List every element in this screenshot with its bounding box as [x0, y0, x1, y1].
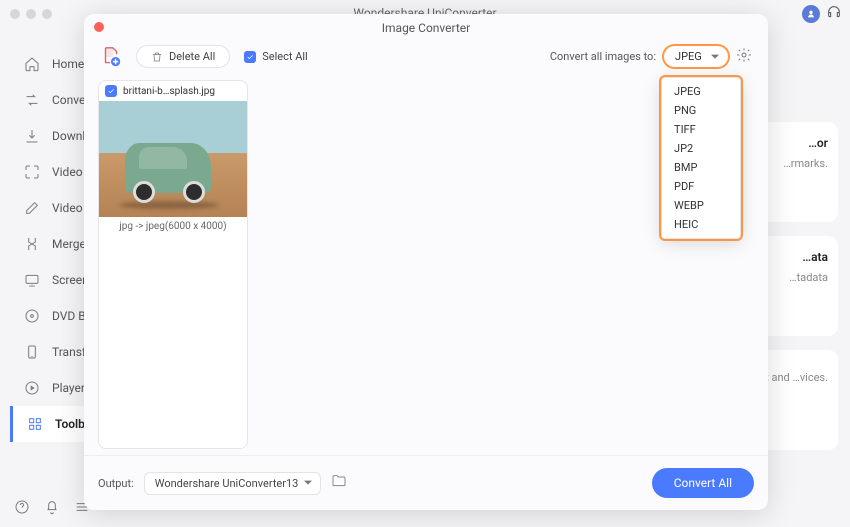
settings-icon[interactable]	[736, 47, 752, 66]
home-icon	[24, 56, 40, 72]
support-icon[interactable]	[826, 4, 842, 24]
modal-title: Image Converter	[84, 14, 768, 35]
toolbox-icon	[27, 416, 43, 432]
file-card[interactable]: brittani-b…splash.jpg jpg -> jpeg(6000 x…	[98, 80, 248, 449]
file-checkbox[interactable]	[105, 85, 117, 97]
output-path-select[interactable]: Wondershare UniConverter13	[144, 472, 322, 495]
sidebar-item-label: Player	[52, 381, 85, 395]
format-select[interactable]: JPEG JPEG PNG TIFF JP2 BMP PDF WEBP HEIC	[664, 46, 728, 67]
delete-all-label: Delete All	[169, 50, 215, 63]
disc-icon	[24, 308, 40, 324]
compress-icon	[24, 164, 40, 180]
format-option-webp[interactable]: WEBP	[662, 196, 740, 215]
download-icon	[24, 128, 40, 144]
file-thumbnail	[99, 101, 247, 217]
merge-icon	[24, 236, 40, 252]
file-meta: jpg -> jpeg(6000 x 4000)	[99, 217, 247, 236]
transfer-icon	[24, 344, 40, 360]
sidebar-item-label: Home	[52, 57, 84, 71]
output-label: Output:	[98, 477, 134, 490]
format-option-png[interactable]: PNG	[662, 101, 740, 120]
select-all-label: Select All	[262, 50, 307, 63]
format-select-value: JPEG	[675, 50, 702, 63]
record-icon	[24, 272, 40, 288]
format-option-pdf[interactable]: PDF	[662, 177, 740, 196]
close-button[interactable]	[94, 22, 104, 32]
file-name: brittani-b…splash.jpg	[123, 86, 215, 97]
add-files-button[interactable]	[100, 46, 122, 68]
output-path-value: Wondershare UniConverter13	[155, 477, 299, 490]
convert-all-button[interactable]: Convert All	[652, 468, 754, 498]
edit-icon	[24, 200, 40, 216]
format-option-bmp[interactable]: BMP	[662, 158, 740, 177]
checkbox-checked-icon	[244, 51, 256, 63]
open-folder-icon[interactable]	[331, 473, 347, 493]
play-icon	[24, 380, 40, 396]
format-option-jpeg[interactable]: JPEG	[662, 82, 740, 101]
image-converter-modal: Image Converter Delete All Select All Co…	[84, 14, 768, 510]
bell-icon[interactable]	[44, 499, 60, 519]
convert-all-label: Convert All	[674, 476, 732, 490]
format-option-tiff[interactable]: TIFF	[662, 120, 740, 139]
help-icon[interactable]	[14, 499, 30, 519]
account-avatar[interactable]	[802, 5, 820, 23]
format-dropdown: JPEG PNG TIFF JP2 BMP PDF WEBP HEIC	[661, 77, 741, 239]
select-all-checkbox[interactable]: Select All	[244, 50, 307, 63]
convert-icon	[24, 92, 40, 108]
convert-to-label: Convert all images to:	[550, 50, 656, 63]
format-option-jp2[interactable]: JP2	[662, 139, 740, 158]
format-option-heic[interactable]: HEIC	[662, 215, 740, 234]
delete-all-button[interactable]: Delete All	[136, 45, 230, 68]
